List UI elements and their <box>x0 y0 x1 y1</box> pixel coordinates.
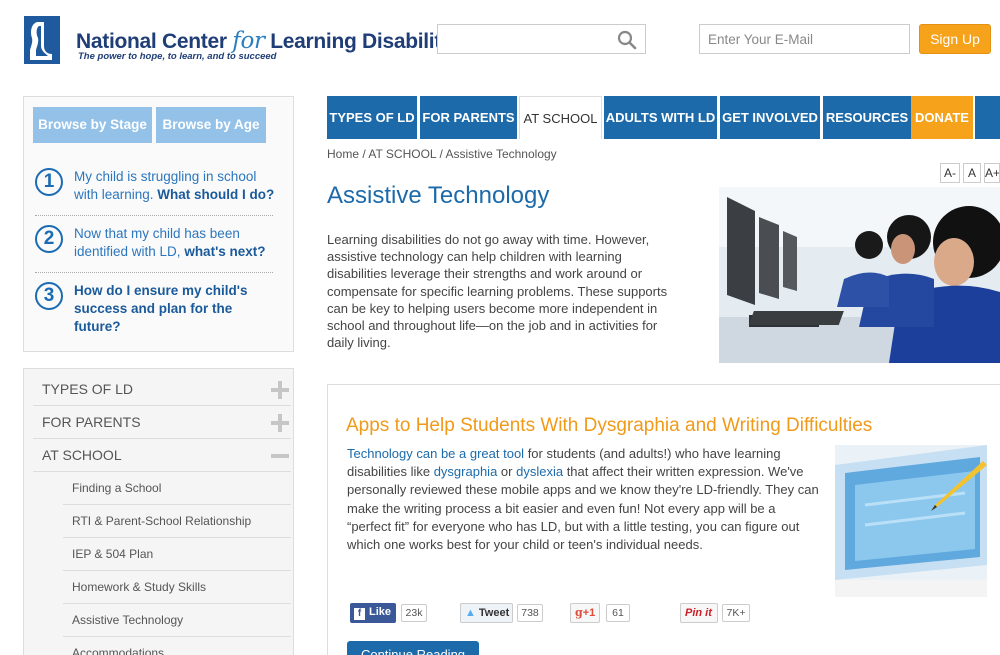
tweet-label: Tweet <box>478 607 510 619</box>
question-text-bold[interactable]: What should I do? <box>157 187 274 202</box>
breadcrumb-separator: / <box>436 147 446 161</box>
font-normal-button[interactable]: A <box>963 163 981 183</box>
ncld-logo-icon[interactable] <box>22 14 62 66</box>
nav-types-of-ld[interactable]: TYPES OF LD <box>327 96 417 139</box>
question-text-bold[interactable]: How do I ensure my child's success and p… <box>74 283 248 334</box>
article-link-dysgraphia[interactable]: dysgraphia <box>434 464 498 479</box>
sidebar-subitem-assistive-technology[interactable]: Assistive Technology <box>63 604 291 637</box>
step-number: 2 <box>35 225 63 253</box>
browse-panel: Browse by Stage Browse by Age 1 My child… <box>23 96 294 352</box>
nav-more[interactable] <box>975 96 1000 139</box>
article-title[interactable]: Apps to Help Students With Dysgraphia an… <box>346 415 872 437</box>
gplus-count: 61 <box>606 604 630 622</box>
sidebar-item-for-parents[interactable]: FOR PARENTS <box>33 406 291 439</box>
pin-it-button[interactable]: Pin it <box>680 603 718 623</box>
sidebar-subitem-accommodations[interactable]: Accommodations <box>63 637 291 655</box>
expand-plus-icon[interactable] <box>271 414 289 432</box>
email-field[interactable] <box>699 24 910 54</box>
font-increase-button[interactable]: A+ <box>984 163 1000 183</box>
tweet-button[interactable]: ▲ Tweet <box>460 603 513 623</box>
breadcrumb-at-school[interactable]: AT SCHOOL <box>368 147 436 161</box>
step-number: 1 <box>35 168 63 196</box>
search-input[interactable] <box>437 24 646 54</box>
expand-plus-icon[interactable] <box>271 381 289 399</box>
tablet-stylus-image <box>835 445 987 597</box>
sidebar-item-types-of-ld[interactable]: TYPES OF LD <box>33 373 291 406</box>
collapse-minus-icon[interactable] <box>271 447 289 465</box>
sidebar-item-label: TYPES OF LD <box>42 381 134 397</box>
step-number: 3 <box>35 282 63 310</box>
pinterest-count: 7K+ <box>722 604 750 622</box>
sidebar-subitem-iep-504[interactable]: IEP & 504 Plan <box>63 538 291 571</box>
nav-for-parents[interactable]: FOR PARENTS <box>420 96 517 139</box>
sidebar-item-label: FOR PARENTS <box>42 414 141 430</box>
question-text-bold[interactable]: what's next? <box>184 244 265 259</box>
question-text[interactable]: How do I ensure my child's success and p… <box>74 282 282 336</box>
sidebar-nav: TYPES OF LD FOR PARENTS AT SCHOOL Findin… <box>23 368 294 655</box>
search-icon[interactable] <box>617 30 637 50</box>
breadcrumb: Home / AT SCHOOL / Assistive Technology <box>327 147 557 161</box>
page-intro: Learning disabilities do not go away wit… <box>327 232 668 351</box>
site-tagline: The power to hope, to learn, and to succ… <box>78 51 277 62</box>
article-text: or <box>497 464 517 480</box>
nav-resources[interactable]: RESOURCES <box>823 96 911 139</box>
gplus-icon: g <box>575 606 583 619</box>
question-text[interactable]: My child is struggling in school with le… <box>74 168 282 204</box>
sidebar-subitem-rti[interactable]: RTI & Parent-School Relationship <box>63 505 291 538</box>
tab-browse-by-stage[interactable]: Browse by Stage <box>33 107 152 143</box>
article-link-dyslexia[interactable]: dyslexia <box>516 464 563 479</box>
sidebar-item-label: AT SCHOOL <box>42 447 122 463</box>
article-link-great-tool[interactable]: Technology can be a great tool <box>347 446 524 461</box>
sidebar-subitem-homework[interactable]: Homework & Study Skills <box>63 571 291 604</box>
page-title: Assistive Technology <box>327 182 550 209</box>
twitter-bird-icon: ▲ <box>465 607 476 619</box>
signup-button[interactable]: Sign Up <box>919 24 991 54</box>
facebook-like-button[interactable]: f Like <box>350 603 396 623</box>
facebook-like-label: Like <box>369 606 392 618</box>
sidebar-item-at-school[interactable]: AT SCHOOL <box>33 439 291 472</box>
facebook-count: 23k <box>401 604 427 622</box>
sidebar-subitem-finding-a-school[interactable]: Finding a School <box>63 472 291 505</box>
continue-reading-button[interactable]: Continue Reading <box>347 641 479 655</box>
facebook-icon: f <box>354 608 365 620</box>
breadcrumb-current: Assistive Technology <box>445 147 557 161</box>
breadcrumb-home[interactable]: Home <box>327 147 359 161</box>
nav-get-involved[interactable]: GET INVOLVED <box>720 96 820 139</box>
divider <box>35 215 273 216</box>
tweet-count: 738 <box>517 604 543 622</box>
nav-adults-with-ld[interactable]: ADULTS WITH LD <box>604 96 717 139</box>
nav-donate[interactable]: DONATE <box>911 96 973 139</box>
breadcrumb-separator: / <box>359 147 369 161</box>
question-text[interactable]: Now that my child has been identified wi… <box>74 225 282 261</box>
font-decrease-button[interactable]: A- <box>940 163 960 183</box>
logo-text-1: National Center <box>76 30 233 53</box>
students-at-computers-image <box>719 187 1000 363</box>
article-excerpt: Technology can be a great tool for stude… <box>347 445 821 554</box>
nav-at-school[interactable]: AT SCHOOL <box>519 96 602 139</box>
tab-browse-by-age[interactable]: Browse by Age <box>156 107 266 143</box>
gplus-button[interactable]: g+1 <box>570 603 600 623</box>
gplus-label: +1 <box>582 607 596 619</box>
divider <box>35 272 273 273</box>
